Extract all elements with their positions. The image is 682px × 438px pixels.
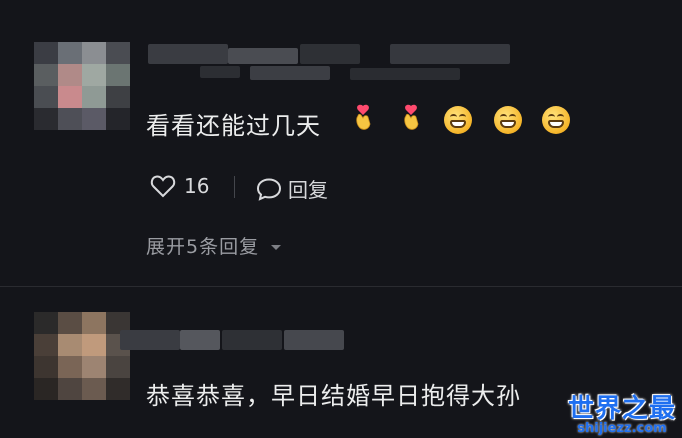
reply-label: 回复 bbox=[288, 178, 328, 202]
finger-heart-emoji-icon bbox=[404, 104, 419, 130]
expand-replies-button[interactable]: 展开5条回复 bbox=[146, 232, 282, 259]
site-watermark: 世界之最 shijiezz.com bbox=[568, 388, 676, 436]
expand-replies-label: 展开5条回复 bbox=[146, 236, 260, 258]
watermark-url: shijiezz.com bbox=[577, 421, 667, 436]
grinning-face-emoji-icon bbox=[444, 106, 472, 134]
chevron-down-icon bbox=[271, 244, 282, 250]
heart-outline-icon bbox=[150, 175, 176, 198]
grinning-face-emoji-icon bbox=[542, 106, 570, 134]
comment-text: 看看还能过几天 bbox=[146, 106, 321, 141]
avatar[interactable] bbox=[34, 42, 130, 130]
finger-heart-emoji-icon bbox=[356, 104, 371, 130]
grinning-face-emoji-icon bbox=[494, 106, 522, 134]
like-button[interactable]: 16 bbox=[150, 174, 209, 198]
action-divider bbox=[234, 176, 235, 198]
like-count: 16 bbox=[184, 174, 210, 198]
watermark-title: 世界之最 bbox=[567, 394, 676, 424]
chat-bubble-icon bbox=[256, 177, 282, 201]
comment-separator bbox=[0, 286, 682, 287]
comment-text: 恭喜恭喜，早日结婚早日抱得大孙 bbox=[146, 376, 521, 411]
avatar[interactable] bbox=[34, 312, 130, 400]
reply-button[interactable]: 回复 bbox=[256, 174, 328, 203]
comment-body: 看看还能过几天 bbox=[146, 112, 321, 140]
comment-body: 恭喜恭喜，早日结婚早日抱得大孙 bbox=[146, 382, 521, 410]
